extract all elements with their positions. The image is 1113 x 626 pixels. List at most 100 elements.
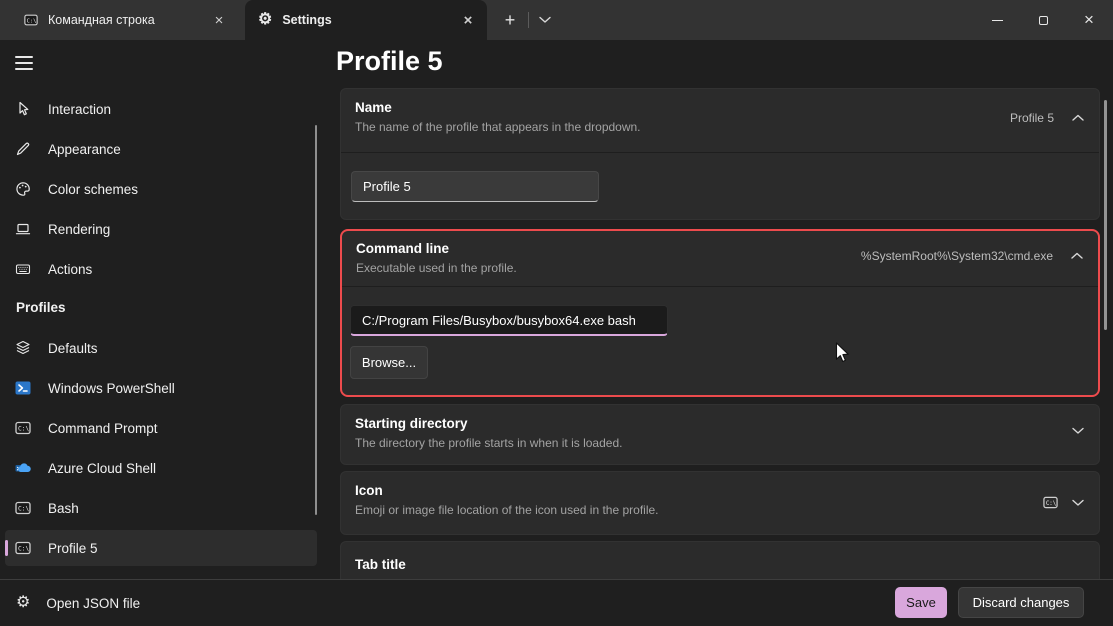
setting-description: Executable used in the profile. xyxy=(356,261,1084,275)
cmd-icon: C:\ xyxy=(24,13,38,27)
tab-dropdown-button[interactable] xyxy=(532,8,558,32)
open-json-file-button[interactable]: ⚙ Open JSON file xyxy=(16,580,140,626)
sidebar-item-command-prompt[interactable]: C:\ Command Prompt xyxy=(5,410,317,446)
sidebar-item-label: Actions xyxy=(48,262,92,277)
setting-card-starting-directory: Starting directory The directory the pro… xyxy=(340,404,1100,465)
expander-header-name[interactable]: Name The name of the profile that appear… xyxy=(341,89,1099,153)
tabbar-separator xyxy=(528,12,529,28)
gear-icon: ⚙ xyxy=(258,12,272,28)
svg-text:C:\: C:\ xyxy=(18,546,29,553)
chevron-down-icon xyxy=(539,16,551,24)
open-json-file-label: Open JSON file xyxy=(46,596,140,611)
svg-text:C:\: C:\ xyxy=(18,426,29,433)
chevron-down-icon xyxy=(1072,499,1084,507)
setting-card-icon: Icon Emoji or image file location of the… xyxy=(340,471,1100,535)
tab-command-prompt[interactable]: C:\ Командная строка × xyxy=(11,0,238,40)
page-title: Profile 5 xyxy=(336,46,443,77)
sidebar-item-profile-5[interactable]: C:\ Profile 5 xyxy=(5,530,317,566)
setting-description: The directory the profile starts in when… xyxy=(355,436,1085,450)
setting-description: The name of the profile that appears in … xyxy=(355,120,1085,134)
cloud-icon xyxy=(15,460,31,476)
maximize-button[interactable] xyxy=(1020,0,1066,40)
minimize-icon xyxy=(992,20,1003,21)
setting-card-tab-title: Tab title xyxy=(340,541,1100,580)
tab-title: Командная строка xyxy=(48,13,200,27)
profiles-section-header: Profiles xyxy=(16,300,66,315)
close-icon: × xyxy=(1084,10,1094,30)
expander-header-tab-title[interactable]: Tab title xyxy=(341,542,1099,572)
sidebar-item-bash[interactable]: C:\ Bash xyxy=(5,490,317,526)
bottom-bar: ⚙ Open JSON file Save Discard changes xyxy=(0,579,1113,626)
sidebar-scrollbar[interactable] xyxy=(315,125,317,515)
terminal-settings-window: C:\ Командная строка × ⚙ Settings × + × … xyxy=(0,0,1113,626)
expander-header-command-line[interactable]: Command line Executable used in the prof… xyxy=(342,231,1098,287)
sidebar-item-defaults[interactable]: Defaults xyxy=(5,330,317,366)
sidebar: Interaction Appearance Color schemes Ren… xyxy=(0,40,330,579)
svg-text:C:\: C:\ xyxy=(18,506,29,513)
setting-current-value: %SystemRoot%\System32\cmd.exe xyxy=(861,249,1053,263)
gear-icon: ⚙ xyxy=(16,595,30,611)
sidebar-item-actions[interactable]: Actions xyxy=(5,251,317,287)
setting-title: Icon xyxy=(355,483,1085,498)
sidebar-item-label: Color schemes xyxy=(48,182,138,197)
pen-icon xyxy=(15,141,31,157)
hamburger-menu-button[interactable] xyxy=(15,56,33,70)
cursor-icon xyxy=(15,101,31,117)
expander-header-icon[interactable]: Icon Emoji or image file location of the… xyxy=(341,472,1099,517)
sidebar-item-label: Bash xyxy=(48,501,79,516)
name-input[interactable] xyxy=(351,171,599,202)
close-tab-icon[interactable]: × xyxy=(210,11,228,29)
new-tab-button[interactable]: + xyxy=(496,8,524,32)
browse-button[interactable]: Browse... xyxy=(350,346,428,379)
sidebar-item-windows-powershell[interactable]: Windows PowerShell xyxy=(5,370,317,406)
chevron-down-icon xyxy=(1072,427,1084,435)
sidebar-item-label: Profile 5 xyxy=(48,541,98,556)
sidebar-item-label: Appearance xyxy=(48,142,121,157)
layers-icon xyxy=(15,340,31,356)
sidebar-item-interaction[interactable]: Interaction xyxy=(5,91,317,127)
svg-text:C:\: C:\ xyxy=(27,18,37,24)
sidebar-item-label: Rendering xyxy=(48,222,110,237)
content-scrollbar[interactable] xyxy=(1104,100,1107,330)
save-button[interactable]: Save xyxy=(895,587,947,618)
setting-description: Emoji or image file location of the icon… xyxy=(355,503,1085,517)
cmd-icon: C:\ xyxy=(1043,495,1058,510)
command-line-input[interactable] xyxy=(350,305,668,336)
titlebar: C:\ Командная строка × ⚙ Settings × + × xyxy=(0,0,1113,40)
sidebar-item-label: Interaction xyxy=(48,102,111,117)
sidebar-item-label: Defaults xyxy=(48,341,98,356)
cmd-icon: C:\ xyxy=(15,500,31,516)
setting-title: Name xyxy=(355,100,1085,115)
cmd-icon: C:\ xyxy=(15,420,31,436)
tab-title: Settings xyxy=(282,13,449,27)
sidebar-item-label: Command Prompt xyxy=(48,421,158,436)
sidebar-item-azure-cloud-shell[interactable]: Azure Cloud Shell xyxy=(5,450,317,486)
keyboard-icon xyxy=(15,261,31,277)
sidebar-item-appearance[interactable]: Appearance xyxy=(5,131,317,167)
selected-accent-pill xyxy=(5,540,8,556)
powershell-icon xyxy=(15,380,31,396)
tab-settings[interactable]: ⚙ Settings × xyxy=(245,0,487,40)
palette-icon xyxy=(15,181,31,197)
cmd-icon: C:\ xyxy=(15,540,31,556)
setting-current-value: Profile 5 xyxy=(1010,111,1054,125)
setting-title: Tab title xyxy=(355,557,1085,572)
sidebar-item-color-schemes[interactable]: Color schemes xyxy=(5,171,317,207)
chevron-up-icon xyxy=(1071,252,1083,260)
sidebar-item-label: Windows PowerShell xyxy=(48,381,175,396)
discard-changes-button[interactable]: Discard changes xyxy=(958,587,1084,618)
close-window-button[interactable]: × xyxy=(1066,0,1112,40)
sidebar-item-rendering[interactable]: Rendering xyxy=(5,211,317,247)
chevron-up-icon xyxy=(1072,114,1084,122)
plus-icon: + xyxy=(505,10,516,31)
minimize-button[interactable] xyxy=(974,0,1020,40)
setting-card-command-line: Command line Executable used in the prof… xyxy=(340,229,1100,397)
svg-text:C:\: C:\ xyxy=(1046,501,1057,507)
maximize-icon xyxy=(1039,16,1048,25)
close-tab-icon[interactable]: × xyxy=(459,11,477,29)
setting-card-name: Name The name of the profile that appear… xyxy=(340,88,1100,220)
expander-header-starting-directory[interactable]: Starting directory The directory the pro… xyxy=(341,405,1099,450)
setting-title: Starting directory xyxy=(355,416,1085,431)
sidebar-item-label: Azure Cloud Shell xyxy=(48,461,156,476)
monitor-icon xyxy=(15,221,31,237)
